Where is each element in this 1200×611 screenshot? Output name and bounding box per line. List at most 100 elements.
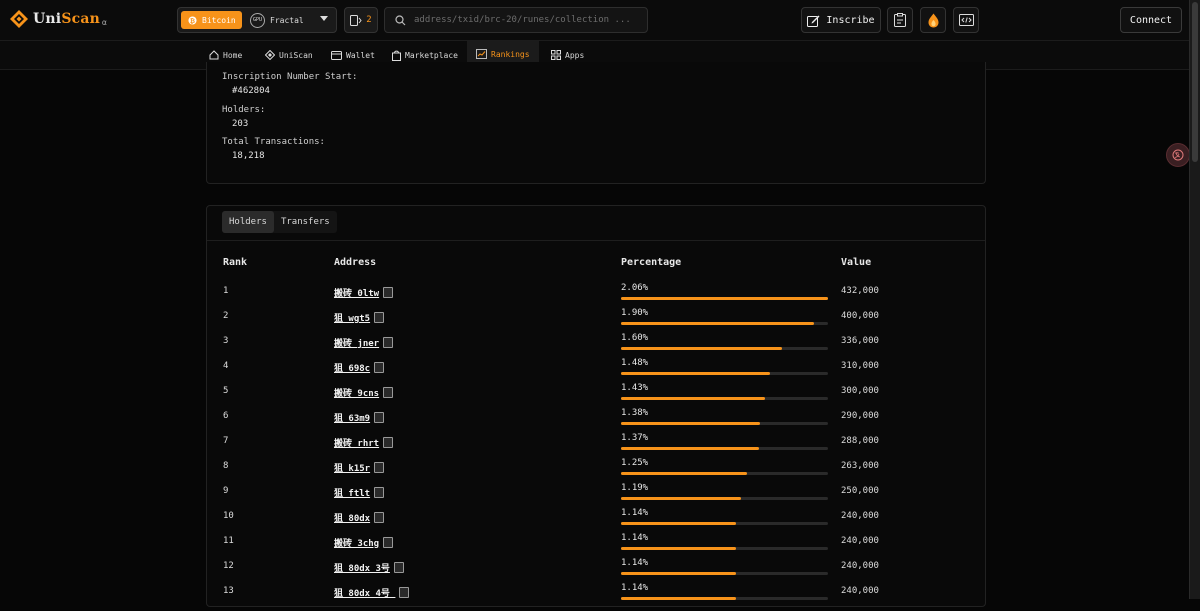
nav-home-label: Home [223,50,243,60]
copy-icon[interactable] [374,487,385,498]
copy-icon[interactable] [383,437,394,448]
address-text: 搬砖_3chg [334,539,380,549]
percentage-bar-fill [621,522,736,525]
search-icon [395,14,406,25]
address-link[interactable]: 搬砖_3chg [334,536,394,549]
percentage-bar-fill [621,372,770,375]
fractal-icon: GPU [250,12,265,28]
address-text: 搬砖_9cns [334,389,380,399]
address-link[interactable]: 搬砖_0ltw [334,286,394,299]
uniscan-logo[interactable]: UniScan α [9,9,107,29]
holders-value: 203 [232,119,249,129]
address-link[interactable]: 狙_k15r [334,461,385,474]
percentage-bar [621,472,828,475]
percentage-bar-fill [621,397,765,400]
percentage-bar-fill [621,572,736,575]
tab-transfers[interactable]: Transfers [274,211,337,233]
address-text: 狙_80dx_4号_ [334,589,396,599]
api-button[interactable] [953,7,979,33]
home-icon [209,50,219,60]
nav-apps-label: Apps [565,50,585,60]
percentage-bar [621,447,828,450]
tab-holders[interactable]: Holders [222,211,274,233]
address-link[interactable]: 搬砖_9cns [334,386,394,399]
copy-icon[interactable] [374,462,385,473]
percentage-bar-fill [621,422,760,425]
percentage-cell: 1.90% [621,308,649,318]
address-link[interactable]: 狙_ftlt [334,486,385,499]
network-fractal-button[interactable]: GPU Fractal [250,11,304,29]
percentage-bar-fill [621,447,759,450]
table-row: 2 狙_wgt5 1.90% 400,000 [207,308,985,336]
nav-marketplace-label: Marketplace [405,50,458,60]
value-cell: 432,000 [841,286,879,296]
table-row: 3 搬砖_jner 1.60% 336,000 [207,333,985,361]
copy-icon[interactable] [383,337,394,348]
search-input[interactable] [412,14,641,26]
address-text: 搬砖_rhrt [334,439,380,449]
address-link[interactable]: 搬砖_jner [334,336,394,349]
percentage-cell: 2.06% [621,283,649,293]
percentage-cell: 1.37% [621,433,649,443]
page-scrollbar[interactable] [1189,0,1200,599]
copy-icon[interactable] [383,287,394,298]
fee-button[interactable] [920,7,946,33]
copy-icon[interactable] [374,512,385,523]
brand-name: UniScan [33,11,100,27]
holders-tabs: Holders Transfers [222,211,337,233]
percentage-bar [621,322,828,325]
apps-icon [551,50,561,60]
holders-label: Holders: [222,105,266,115]
column-header-value: Value [841,257,872,268]
connect-wallet-button[interactable]: Connect [1120,7,1182,33]
rank-cell: 4 [223,361,229,371]
copy-icon[interactable] [383,537,394,548]
percentage-bar-fill [621,322,814,325]
value-cell: 400,000 [841,311,879,321]
address-link[interactable]: 狙_80dx [334,511,385,524]
translate-icon[interactable] [1166,143,1190,167]
percentage-cell: 1.14% [621,558,649,568]
scrollbar-thumb[interactable] [1192,2,1198,162]
table-row: 8 狙_k15r 1.25% 263,000 [207,458,985,486]
address-link[interactable]: 狙_wgt5 [334,311,385,324]
clipboard-button[interactable] [887,7,913,33]
address-text: 狙_698c [334,364,371,374]
address-link[interactable]: 搬砖_rhrt [334,436,394,449]
percentage-cell: 1.14% [621,533,649,543]
address-text: 狙_63m9 [334,414,371,424]
value-cell: 290,000 [841,411,879,421]
table-row: 1 搬砖_0ltw 2.06% 432,000 [207,283,985,311]
total-transactions-label: Total Transactions: [222,137,325,147]
chevron-down-icon[interactable] [320,16,328,21]
nav-wallet-label: Wallet [346,50,375,60]
nav-uniscan-label: UniScan [279,50,313,60]
percentage-bar [621,297,828,300]
network-bitcoin-button[interactable]: ₿ Bitcoin [181,11,242,29]
bitcoin-icon: ₿ [188,15,197,24]
clipboard-icon [894,13,906,27]
address-link[interactable]: 狙_80dx_3号 [334,561,404,574]
percentage-bar-fill [621,497,741,500]
copy-icon[interactable] [374,312,385,323]
rank-cell: 3 [223,336,229,346]
copy-icon[interactable] [374,362,385,373]
address-text: 搬砖_jner [334,339,380,349]
inscription-start-value: #462804 [232,86,270,96]
pending-queue-button[interactable]: 2 [344,7,378,33]
column-header-percentage: Percentage [621,257,682,268]
address-link[interactable]: 狙_80dx_4号_ [334,586,410,599]
address-link[interactable]: 狙_698c [334,361,385,374]
address-text: 狙_80dx_3号 [334,564,390,574]
value-cell: 250,000 [841,486,879,496]
value-cell: 240,000 [841,511,879,521]
inscribe-button[interactable]: Inscribe [801,7,881,33]
rank-cell: 13 [223,586,234,596]
copy-icon[interactable] [393,562,404,573]
address-link[interactable]: 狙_63m9 [334,411,385,424]
column-header-rank: Rank [223,257,248,268]
copy-icon[interactable] [383,387,394,398]
copy-icon[interactable] [399,587,410,598]
rank-cell: 10 [223,511,234,521]
copy-icon[interactable] [374,412,385,423]
